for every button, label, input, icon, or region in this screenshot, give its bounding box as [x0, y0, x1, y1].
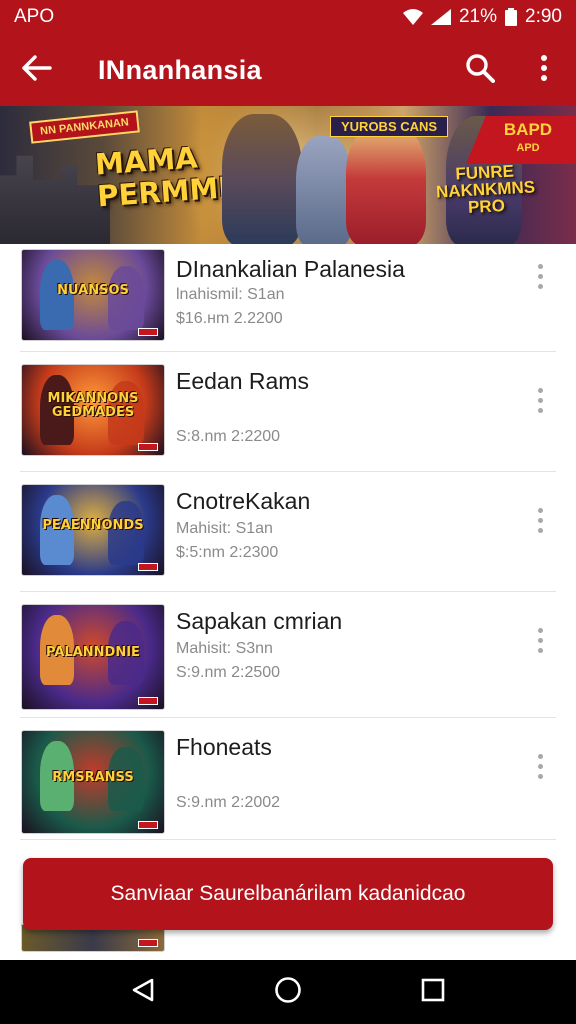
game-meta: lnahismil: S1an — [176, 286, 285, 303]
list-item[interactable]: PEAENNONDS CnotreKakan Mahisit: S1an $:5:nm… — [20, 472, 556, 592]
game-price: $:5:nm 2:2300 — [176, 544, 279, 561]
more-dot — [537, 773, 543, 779]
search-icon — [465, 53, 495, 88]
game-name: CnotreKakan — [176, 488, 311, 514]
thumbnail-title: PEAENNONDS — [42, 518, 144, 534]
banner-hero-knight — [296, 136, 352, 244]
system-nav-bar — [0, 960, 576, 1024]
app-bar: INnanhansia — [0, 34, 576, 106]
game-name: Fhoneats — [176, 734, 272, 760]
game-thumbnail: RMSRANSS — [21, 730, 165, 834]
game-meta: Mahisit: S3nn — [176, 640, 273, 657]
more-dot — [537, 637, 543, 643]
more-dot — [537, 647, 543, 653]
thumbnail-title: RMSRANSS — [52, 769, 134, 785]
game-name: Eedan Rams — [176, 368, 309, 394]
game-name: Sapakan cmrian — [176, 608, 343, 634]
banner-badge-sub: APD — [516, 142, 540, 154]
back-triangle-icon — [130, 977, 156, 1008]
banner-right-tag: YUROBS CANS — [330, 116, 449, 137]
more-vert-icon — [540, 54, 548, 87]
list-item[interactable]: NUANSOS DInankalian Palanesia lnahismil: S… — [20, 244, 556, 352]
thumbnail-badge — [138, 821, 158, 829]
page-title: INnanhansia — [98, 54, 262, 85]
game-thumbnail: PALANNDNIE — [21, 604, 165, 710]
game-meta: Mahisit: S1an — [176, 520, 273, 537]
cta-label: Sanviaar Saurelbanárilam kadanidcao — [110, 882, 466, 905]
game-thumbnail: NUANSOS — [21, 249, 165, 341]
nav-back-button[interactable] — [113, 962, 173, 1022]
wifi-icon — [402, 9, 423, 25]
more-dot — [537, 507, 543, 513]
item-more-button[interactable] — [528, 380, 552, 420]
banner-badge-main: BAPD — [503, 120, 553, 139]
game-price: S:8.nm 2:2200 — [176, 428, 281, 445]
primary-cta-button[interactable]: Sanviaar Saurelbanárilam kadanidcao — [23, 858, 553, 930]
screen: APO 21% 2:90 INnanhansia NN PANNKANAN MA… — [0, 0, 576, 1024]
banner-corner-tag: NN PANNKANAN — [29, 110, 140, 144]
back-button[interactable] — [0, 34, 74, 106]
nav-home-button[interactable] — [258, 962, 318, 1022]
back-arrow-icon — [22, 54, 52, 86]
game-price: S:9.nm 2:2002 — [176, 794, 281, 811]
game-price: $16.нm 2.2200 — [176, 310, 283, 327]
banner-right-subtitle: FUNRE NAKNKMNS PRO — [435, 161, 537, 217]
signal-icon — [430, 9, 451, 25]
thumbnail-badge — [138, 443, 158, 451]
item-more-button[interactable] — [528, 746, 552, 786]
list-item[interactable]: PALANNDNIE Sapakan cmrian Mahisit: S3nn S:9… — [20, 592, 556, 718]
peek-thumbnail-badge — [138, 939, 158, 947]
more-dot — [537, 263, 543, 269]
battery-icon — [505, 8, 518, 26]
banner-castle-art — [0, 155, 110, 244]
banner-hero-heroine — [346, 124, 426, 244]
list-item[interactable]: RMSRANSS Fhoneats S:9.nm 2:2002 — [20, 718, 556, 840]
recents-square-icon — [421, 978, 445, 1007]
status-bar: APO 21% 2:90 — [0, 0, 576, 34]
more-dot — [537, 273, 543, 279]
item-more-button[interactable] — [528, 256, 552, 296]
more-dot — [537, 283, 543, 289]
more-dot — [537, 517, 543, 523]
search-button[interactable] — [448, 34, 512, 106]
banner-hero-warrior — [222, 114, 302, 244]
list-item[interactable]: MIKANNONS GEDMADES Eedan Rams S:8.nm 2:220… — [20, 352, 556, 472]
status-icons: 21% 2:90 — [402, 6, 562, 28]
thumbnail-title: NUANSOS — [57, 283, 129, 299]
more-dot — [537, 527, 543, 533]
more-dot — [537, 407, 543, 413]
game-price: S:9.nm 2:2500 — [176, 664, 281, 681]
nav-recents-button[interactable] — [403, 962, 463, 1022]
more-dot — [537, 387, 543, 393]
game-thumbnail: MIKANNONS GEDMADES — [21, 364, 165, 456]
battery-percent: 21% — [458, 6, 498, 27]
carrier-label: APO — [14, 6, 55, 27]
more-options-button[interactable] — [512, 34, 576, 106]
thumbnail-badge — [138, 563, 158, 571]
clock: 2:90 — [525, 6, 562, 27]
more-dot — [537, 397, 543, 403]
home-circle-icon — [274, 976, 302, 1009]
more-dot — [537, 763, 543, 769]
thumbnail-title: MIKANNONS GEDMADES — [47, 391, 139, 421]
more-dot — [537, 627, 543, 633]
game-name: DInankalian Palanesia — [176, 256, 405, 282]
thumbnail-badge — [138, 697, 158, 705]
game-list: NUANSOS DInankalian Palanesia lnahismil: S… — [0, 244, 576, 840]
item-more-button[interactable] — [528, 500, 552, 540]
item-more-button[interactable] — [528, 620, 552, 660]
game-thumbnail: PEAENNONDS — [21, 484, 165, 576]
thumbnail-title: PALANNDNIE — [46, 644, 140, 660]
more-dot — [537, 753, 543, 759]
promo-banner[interactable]: NN PANNKANAN MAMA PERMMDES YUROBS CANS F… — [0, 106, 576, 244]
thumbnail-badge — [138, 328, 158, 336]
